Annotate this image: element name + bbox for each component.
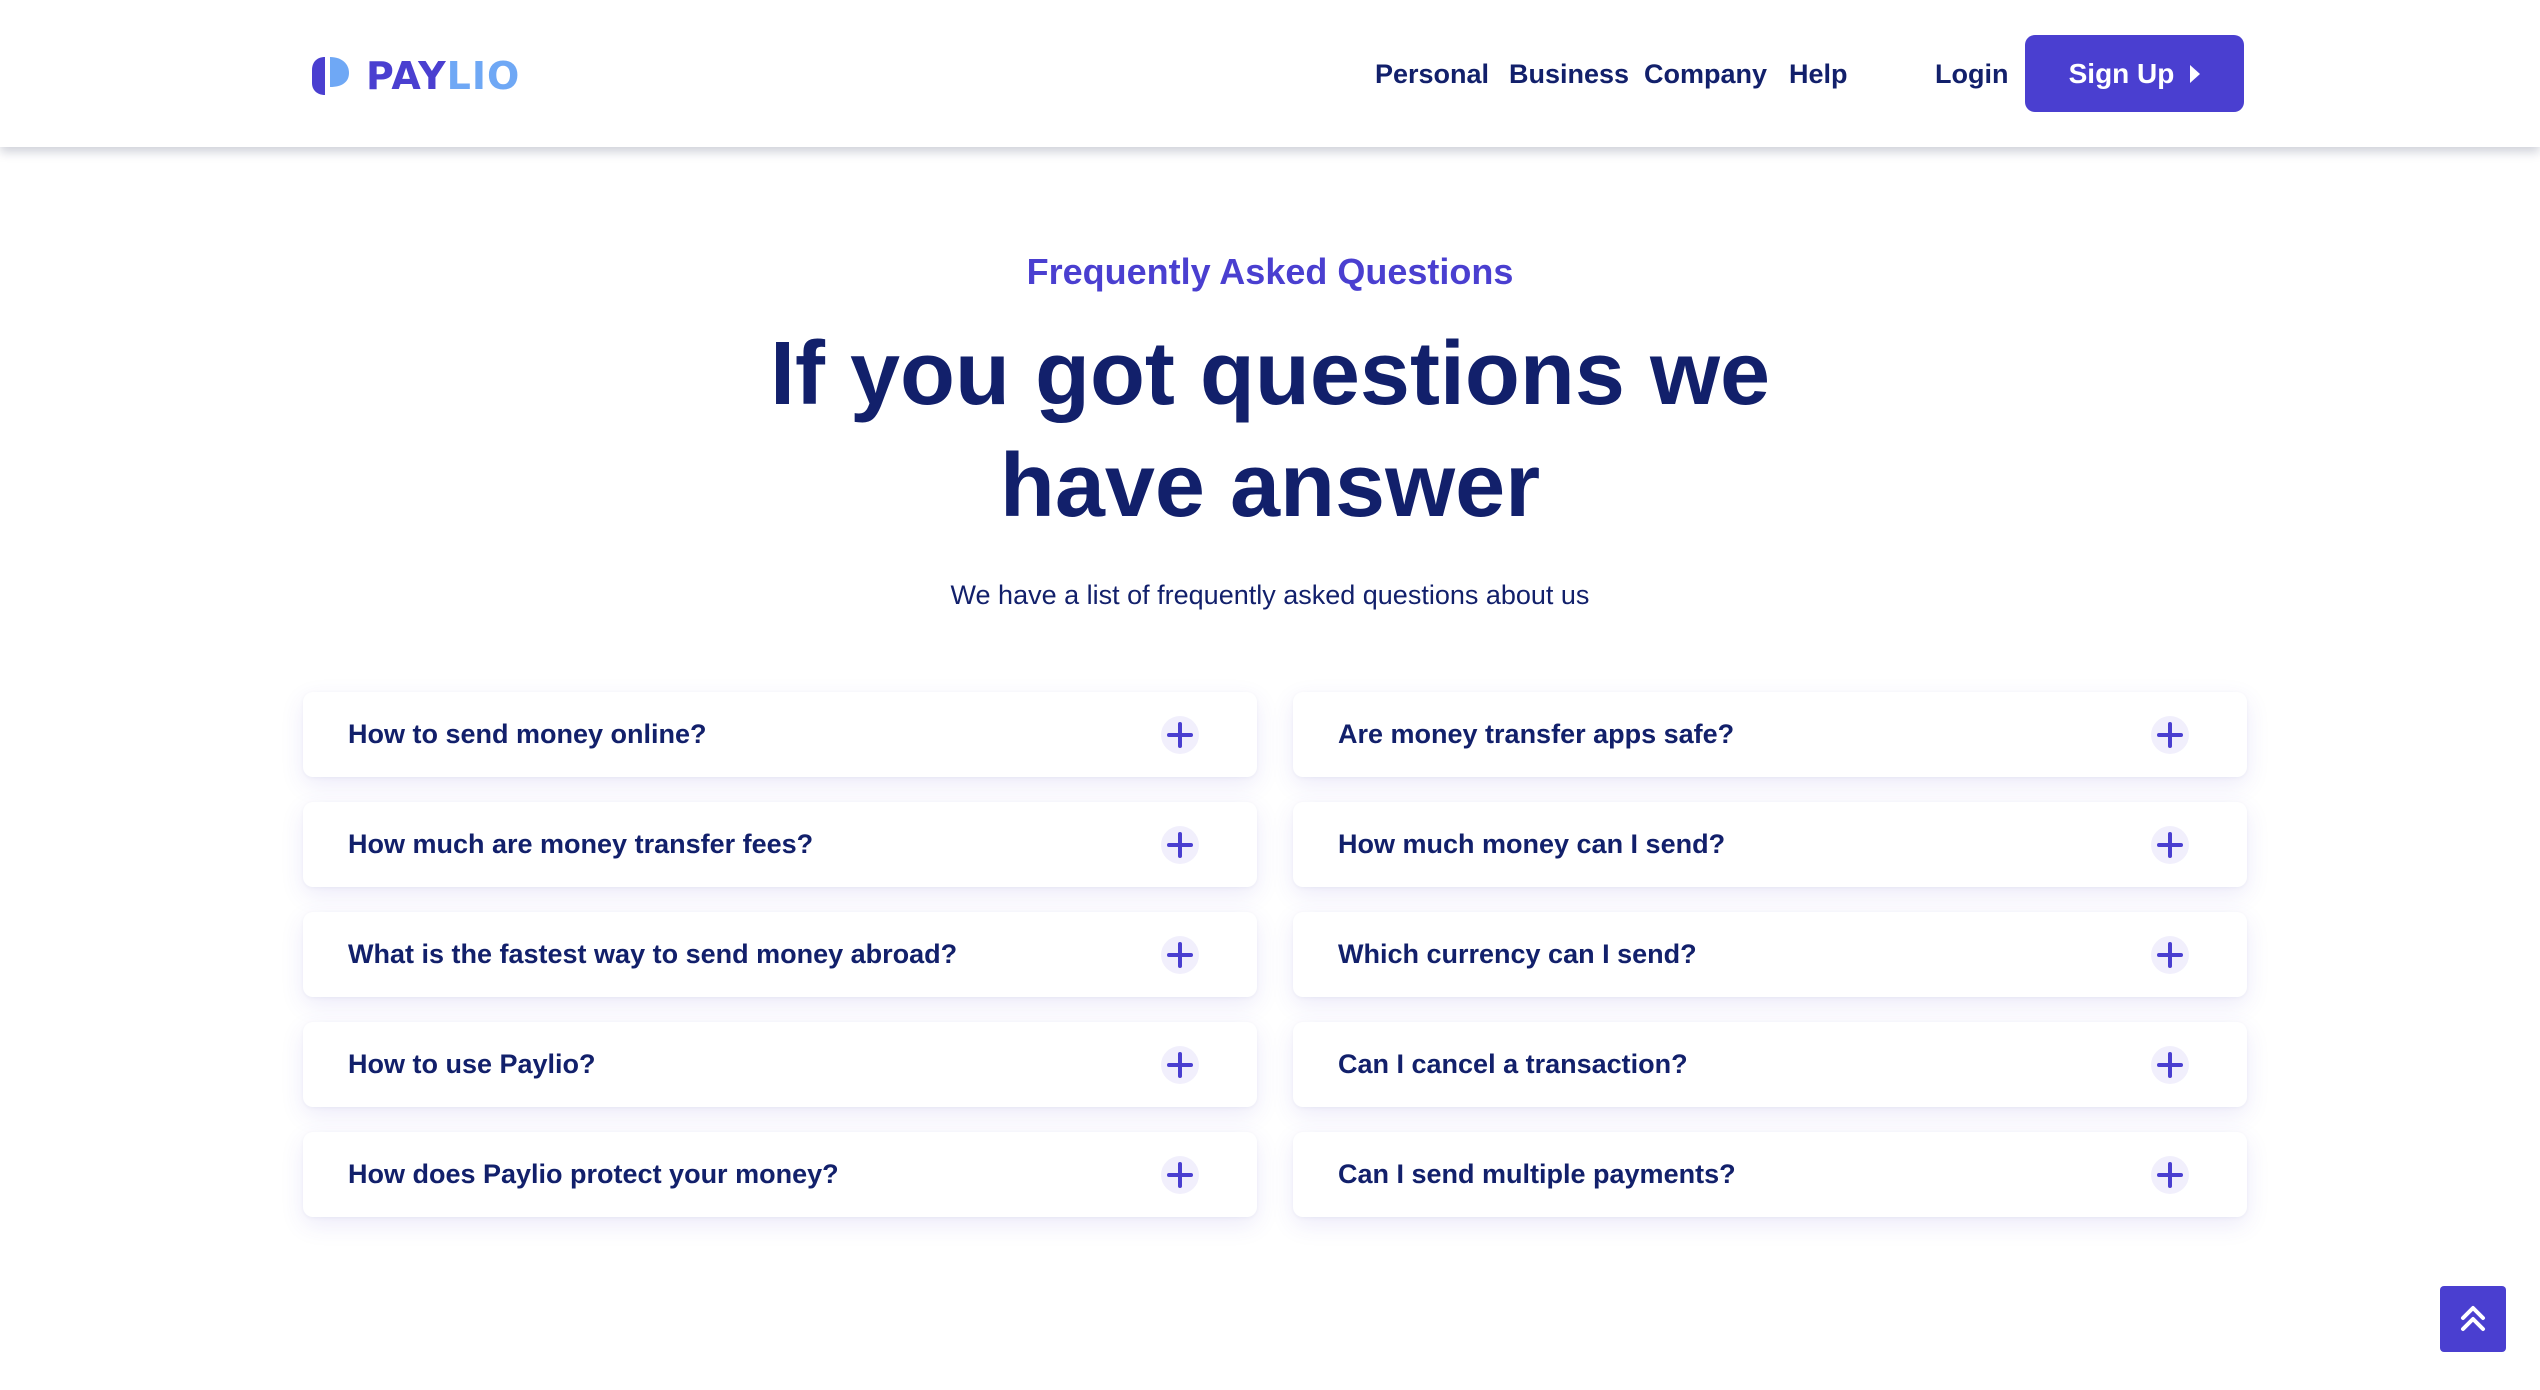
scroll-top-button[interactable] [2440, 1286, 2506, 1352]
section-eyebrow: Frequently Asked Questions [1026, 251, 1514, 292]
faq-item[interactable]: How to use Paylio? [303, 1022, 1257, 1107]
faq-question: Which currency can I send? [1338, 939, 1697, 969]
nav-item-company[interactable]: Company [1644, 50, 1767, 98]
faq-question: How much money can I send? [1338, 829, 1726, 859]
faq-question: Are money transfer apps safe? [1338, 719, 1735, 749]
login-link[interactable]: Login [1935, 50, 2008, 98]
faq-item[interactable]: Which currency can I send? [1293, 912, 2247, 997]
double-chevron-up-icon [2461, 1306, 2485, 1331]
faq-item[interactable]: How to send money online? [303, 692, 1257, 777]
nav-item-business[interactable]: Business [1509, 50, 1629, 98]
plus-icon[interactable] [2151, 1046, 2189, 1084]
faq-question: How much are money transfer fees? [348, 829, 814, 859]
page-title: If you got questions we have answer [720, 318, 1820, 542]
plus-icon[interactable] [1161, 1156, 1199, 1194]
faq-question: How does Paylio protect your money? [348, 1159, 839, 1189]
nav-item-help[interactable]: Help [1789, 50, 1848, 98]
faq-question: How to use Paylio? [348, 1049, 596, 1079]
signup-button[interactable]: Sign Up [2025, 35, 2244, 112]
plus-icon[interactable] [1161, 716, 1199, 754]
caret-right-icon [2190, 64, 2201, 83]
faq-item[interactable]: How does Paylio protect your money? [303, 1132, 1257, 1217]
section-subtitle: We have a list of frequently asked quest… [950, 580, 1590, 610]
plus-icon[interactable] [2151, 936, 2189, 974]
plus-icon[interactable] [2151, 716, 2189, 754]
plus-icon[interactable] [2151, 1156, 2189, 1194]
faq-item[interactable]: Can I cancel a transaction? [1293, 1022, 2247, 1107]
faq-item[interactable]: Are money transfer apps safe? [1293, 692, 2247, 777]
faq-question: How to send money online? [348, 719, 707, 749]
title-line-2: have answer [999, 436, 1541, 536]
plus-icon[interactable] [1161, 826, 1199, 864]
plus-icon[interactable] [2151, 826, 2189, 864]
signup-label: Sign Up [2068, 57, 2175, 89]
site-header: PAYLIO Personal Business Company Help Lo… [0, 0, 2540, 147]
title-line-1: If you got questions we [769, 324, 1771, 424]
plus-icon[interactable] [1161, 1046, 1199, 1084]
faq-question: Can I send multiple payments? [1338, 1159, 1736, 1189]
faq-item[interactable]: How much money can I send? [1293, 802, 2247, 887]
nav-item-personal[interactable]: Personal [1375, 50, 1489, 98]
plus-icon[interactable] [1161, 936, 1199, 974]
faq-item[interactable]: What is the fastest way to send money ab… [303, 912, 1257, 997]
faq-question: What is the fastest way to send money ab… [348, 939, 958, 969]
faq-item[interactable]: Can I send multiple payments? [1293, 1132, 2247, 1217]
faq-question: Can I cancel a transaction? [1338, 1049, 1688, 1079]
faq-item[interactable]: How much are money transfer fees? [303, 802, 1257, 887]
